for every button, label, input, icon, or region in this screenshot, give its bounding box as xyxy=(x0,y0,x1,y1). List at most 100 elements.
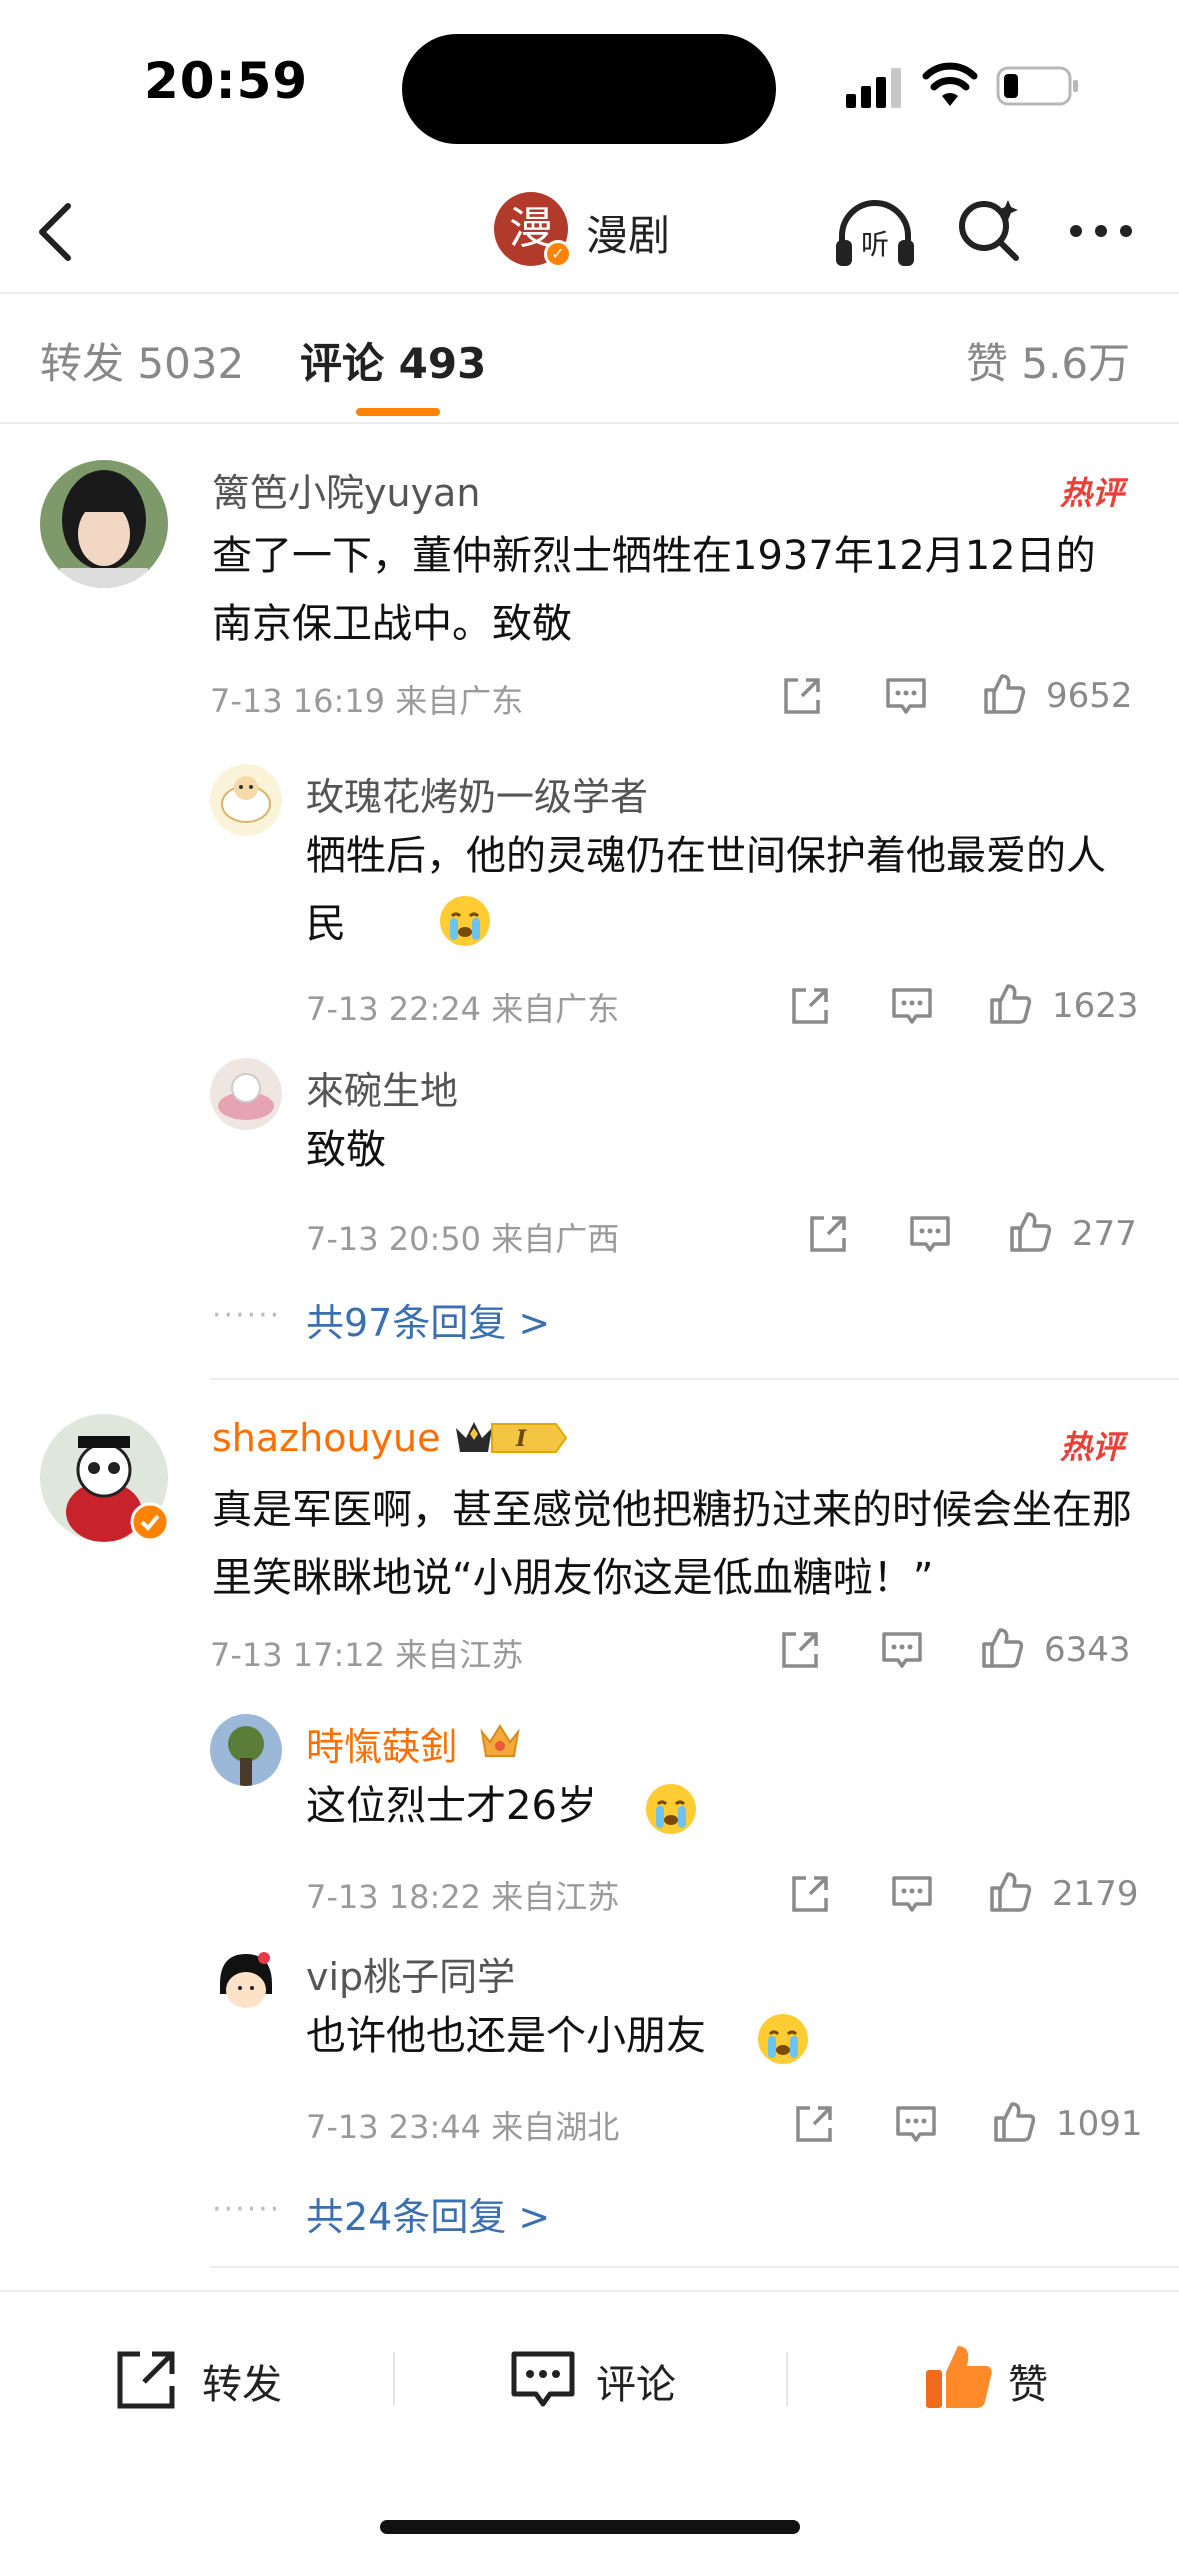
reply-icon[interactable] xyxy=(890,1872,934,1916)
status-time: 20:59 xyxy=(144,52,309,110)
more-replies-link[interactable]: 共97条回复 > xyxy=(306,1292,550,1347)
hot-comment-badge-icon: 热评 xyxy=(1059,1428,1129,1466)
divider xyxy=(210,2266,1179,2268)
comment-username[interactable]: 篱笆小院yuyan xyxy=(212,462,480,517)
avatar-photo-icon xyxy=(210,1058,282,1130)
hot-comment-badge-icon: 热评 xyxy=(1059,474,1129,512)
svg-text:听: 听 xyxy=(861,228,889,261)
separator xyxy=(786,2352,788,2406)
dynamic-island xyxy=(402,34,776,144)
share-icon[interactable] xyxy=(788,1872,832,1916)
reply-icon[interactable] xyxy=(880,1628,924,1672)
back-arrow-icon[interactable] xyxy=(28,192,88,272)
reply-meta: 7-13 23:44 来自湖北 xyxy=(306,2108,620,2146)
like-icon[interactable] xyxy=(1008,1210,1052,1254)
share-icon[interactable] xyxy=(806,1212,850,1256)
verified-badge-icon xyxy=(130,1502,170,1542)
share-icon[interactable] xyxy=(788,984,832,1028)
crying-emoji-icon xyxy=(758,2014,808,2064)
reply-text: 牺牲后，他的灵魂仍在世间保护着他最爱的人民 xyxy=(306,833,1106,947)
listen-headphones-icon[interactable]: 听 xyxy=(832,192,918,278)
share-icon[interactable] xyxy=(778,1628,822,1672)
verified-badge-icon: ✓ xyxy=(544,240,572,268)
reply-username[interactable]: 玫瑰花烤奶一级学者 xyxy=(306,766,648,821)
home-indicator[interactable] xyxy=(380,2520,800,2534)
comment-meta: 7-13 16:19 来自广东 xyxy=(210,682,524,720)
like-count: 1091 xyxy=(1056,2104,1143,2144)
reply-username[interactable]: 時愾蒛釗 xyxy=(306,1716,458,1771)
repost-icon xyxy=(117,2351,175,2409)
comment-username[interactable]: shazhouyue xyxy=(212,1416,440,1460)
avatar-photo-icon xyxy=(40,460,168,588)
share-icon[interactable] xyxy=(792,2102,836,2146)
reply-text: 致敬 xyxy=(306,1127,386,1173)
like-filled-icon xyxy=(926,2346,992,2408)
like-icon[interactable] xyxy=(980,1626,1024,1670)
avatar-cartoon-icon xyxy=(210,764,282,836)
reply-dots: ······ xyxy=(212,1298,282,1333)
comment-text: 查了一下，董仲新烈士牺牲在1937年12月12日的南京保卫战中。致敬 xyxy=(212,533,1096,647)
like-count: 6343 xyxy=(1044,1630,1131,1670)
bottom-action-bar: 转发 评论 赞 xyxy=(0,2290,1179,2556)
avatar[interactable] xyxy=(210,1714,282,1786)
like-icon[interactable] xyxy=(982,672,1026,716)
reply-username[interactable]: vip桃子同学 xyxy=(306,1946,515,2001)
comment-label: 评论 xyxy=(596,2362,676,2408)
member-crown-badge-icon: I xyxy=(456,1422,568,1453)
wifi-icon xyxy=(922,62,978,106)
like-count: 2179 xyxy=(1052,1874,1139,1914)
separator xyxy=(393,2352,395,2406)
tab-likes[interactable]: 赞 5.6万 xyxy=(966,330,1130,391)
share-icon[interactable] xyxy=(780,674,824,718)
comment-button[interactable]: 评论 xyxy=(508,2344,708,2414)
reply-username[interactable]: 來碗生地 xyxy=(306,1060,458,1115)
reply-icon[interactable] xyxy=(890,984,934,1028)
reply-meta: 7-13 20:50 来自广西 xyxy=(306,1220,620,1258)
avatar-cartoon-icon xyxy=(210,1944,282,2016)
tab-repost[interactable]: 转发 5032 xyxy=(40,330,244,391)
account-name[interactable]: 漫剧 xyxy=(586,202,670,263)
crying-emoji-icon xyxy=(646,1784,696,1834)
reply-icon[interactable] xyxy=(894,2102,938,2146)
like-icon[interactable] xyxy=(988,1870,1032,1914)
avatar[interactable] xyxy=(40,460,168,588)
like-count: 277 xyxy=(1072,1214,1137,1254)
comment-meta: 7-13 17:12 来自江苏 xyxy=(210,1636,524,1674)
search-icon[interactable] xyxy=(954,194,1026,266)
reply-meta: 7-13 18:22 来自江苏 xyxy=(306,1878,620,1916)
active-tab-indicator xyxy=(356,408,440,416)
svg-text:热评: 热评 xyxy=(1059,1428,1129,1466)
svg-text:I: I xyxy=(515,1426,527,1452)
cellular-signal-icon xyxy=(846,68,901,108)
like-count: 9652 xyxy=(1046,676,1133,716)
comment-text: 真是军医啊，甚至感觉他把糖扔过来的时候会坐在那里笑眯眯地说“小朋友你这是低血糖啦… xyxy=(212,1487,1132,1601)
repost-button[interactable]: 转发 xyxy=(112,2344,312,2414)
avatar[interactable] xyxy=(210,1944,282,2016)
status-bar: 20:59 xyxy=(0,0,1179,170)
avatar-photo-icon xyxy=(210,1714,282,1786)
reply-dots: ······ xyxy=(212,2192,282,2227)
like-button[interactable]: 赞 xyxy=(922,2344,1102,2414)
svg-text:热评: 热评 xyxy=(1059,474,1129,512)
reply-icon[interactable] xyxy=(908,1212,952,1256)
reply-meta: 7-13 22:24 来自广东 xyxy=(306,990,620,1028)
more-options-icon[interactable] xyxy=(1066,216,1136,246)
divider xyxy=(210,1378,1179,1380)
crown-badge-icon xyxy=(480,1724,520,1757)
like-label: 赞 xyxy=(1008,2362,1048,2408)
avatar[interactable] xyxy=(210,1058,282,1130)
reply-text: 也许他也还是个小朋友 xyxy=(306,2013,706,2059)
battery-icon xyxy=(996,66,1078,106)
like-icon[interactable] xyxy=(988,982,1032,1026)
like-icon[interactable] xyxy=(992,2100,1036,2144)
reply-text: 这位烈士才26岁 xyxy=(306,1783,597,1829)
comment-icon xyxy=(511,2351,575,2407)
crying-emoji-icon xyxy=(440,896,490,946)
like-count: 1623 xyxy=(1052,986,1139,1026)
repost-label: 转发 xyxy=(202,2362,282,2408)
tab-comments[interactable]: 评论 493 xyxy=(300,330,486,391)
reply-icon[interactable] xyxy=(884,674,928,718)
more-replies-link[interactable]: 共24条回复 > xyxy=(306,2186,550,2241)
avatar[interactable] xyxy=(210,764,282,836)
nav-bar: 漫 ✓ 漫剧 听 xyxy=(0,170,1179,294)
